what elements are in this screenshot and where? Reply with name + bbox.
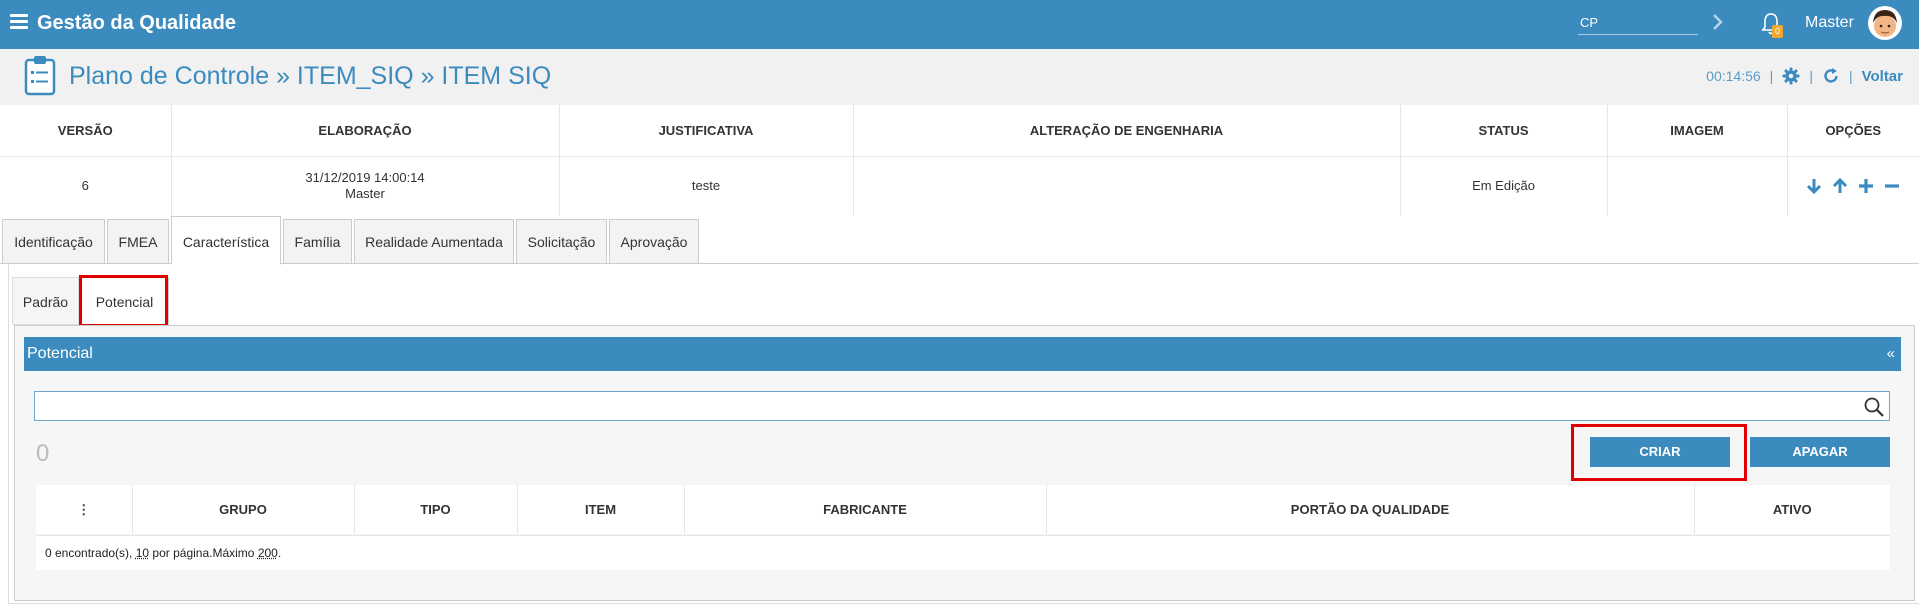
session-timer: 00:14:56 xyxy=(1706,68,1761,84)
version-cell: 6 xyxy=(0,156,172,216)
collapse-icon[interactable]: « xyxy=(1887,337,1895,371)
highlight-potencial-tab xyxy=(79,275,168,327)
versions-table: VERSÃO ELABORAÇÃO JUSTIFICATIVA ALTERAÇÃ… xyxy=(0,105,1919,216)
highlight-create-button xyxy=(1571,424,1747,481)
column-header[interactable]: PORTÃO DA QUALIDADE xyxy=(1046,485,1695,534)
engineering-change-cell xyxy=(853,156,1401,216)
arrow-down-icon[interactable] xyxy=(1805,177,1823,195)
options-cell xyxy=(1787,156,1919,216)
column-header: STATUS xyxy=(1400,105,1608,157)
section-header: Potencial « xyxy=(24,337,1901,371)
separator: | xyxy=(1769,68,1774,84)
tab-caracteristica[interactable]: Característica xyxy=(171,216,281,265)
search-input[interactable] xyxy=(35,392,1845,420)
max-link[interactable]: 200 xyxy=(258,546,278,560)
back-link[interactable]: Voltar xyxy=(1862,68,1903,85)
section-title: Potencial xyxy=(27,345,93,362)
search-icon[interactable] xyxy=(1863,396,1885,418)
user-name[interactable]: Master xyxy=(1805,14,1854,32)
column-header[interactable]: ITEM xyxy=(517,485,685,534)
tab-fmea[interactable]: FMEA xyxy=(107,219,169,264)
elaboration-author: Master xyxy=(345,186,385,202)
separator: | xyxy=(1848,68,1853,84)
top-bar: Gestão da Qualidade 0 Master xyxy=(0,0,1919,49)
footer-end: . xyxy=(277,546,282,560)
delete-button[interactable]: APAGAR xyxy=(1750,437,1890,467)
minus-icon[interactable] xyxy=(1883,177,1901,195)
found-count-text: 0 encontrado(s), xyxy=(45,546,136,560)
elaboration-date: 31/12/2019 14:00:14 xyxy=(305,170,425,186)
column-header: ELABORAÇÃO xyxy=(171,105,560,157)
search-field[interactable] xyxy=(34,391,1890,421)
tab-aprovacao[interactable]: Aprovação xyxy=(609,219,699,264)
column-header[interactable]: GRUPO xyxy=(132,485,355,534)
column-header: JUSTIFICATIVA xyxy=(559,105,854,157)
column-header: ALTERAÇÃO DE ENGENHARIA xyxy=(853,105,1401,157)
page-title: Plano de Controle » ITEM_SIQ » ITEM SIQ xyxy=(69,62,552,90)
chevron-right-icon[interactable] xyxy=(1710,12,1726,32)
cp-search-input[interactable] xyxy=(1578,11,1698,35)
subtab-padrao[interactable]: Padrão xyxy=(12,277,79,325)
elaboration-cell: 31/12/2019 14:00:14 Master xyxy=(171,156,560,216)
column-header: IMAGEM xyxy=(1607,105,1788,157)
clipboard-icon xyxy=(24,56,56,96)
column-header[interactable]: ATIVO xyxy=(1694,485,1890,534)
separator: | xyxy=(1809,68,1813,84)
tab-realidade-aumentada[interactable]: Realidade Aumentada xyxy=(354,219,514,264)
tab-familia[interactable]: Família xyxy=(283,219,352,264)
column-header[interactable]: TIPO xyxy=(354,485,518,534)
app-title: Gestão da Qualidade xyxy=(37,12,236,34)
potencial-grid: ⋮ GRUPO TIPO ITEM FABRICANTE PORTÃO DA Q… xyxy=(36,485,1890,534)
record-count: 0 xyxy=(36,440,50,467)
avatar[interactable] xyxy=(1868,6,1902,40)
tab-solicitacao[interactable]: Solicitação xyxy=(516,219,607,264)
notification-badge: 0 xyxy=(1772,25,1783,38)
refresh-icon[interactable] xyxy=(1822,67,1840,85)
hamburger-menu-icon[interactable] xyxy=(10,14,28,30)
status-cell: Em Edição xyxy=(1400,156,1608,216)
table-row: 6 31/12/2019 14:00:14 Master teste Em Edi… xyxy=(0,156,1919,216)
main-tabs: Identificação FMEA Característica Famíli… xyxy=(0,216,1919,265)
per-page-text: por página.Máximo xyxy=(149,546,258,560)
justification-cell: teste xyxy=(559,156,854,216)
arrow-up-icon[interactable] xyxy=(1831,177,1849,195)
gear-icon[interactable] xyxy=(1782,67,1800,85)
tab-identificacao[interactable]: Identificação xyxy=(2,219,105,264)
per-page-link[interactable]: 10 xyxy=(136,546,149,560)
column-options-icon[interactable]: ⋮ xyxy=(36,485,133,534)
grid-footer: 0 encontrado(s), 10 por página.Máximo 20… xyxy=(36,535,1890,570)
plus-icon[interactable] xyxy=(1857,177,1875,195)
column-header[interactable]: FABRICANTE xyxy=(684,485,1047,534)
column-header: VERSÃO xyxy=(0,105,172,157)
column-header: OPÇÕES xyxy=(1787,105,1919,157)
title-bar-actions: 00:14:56 | | | Voltar xyxy=(1706,67,1903,85)
image-cell xyxy=(1607,156,1788,216)
